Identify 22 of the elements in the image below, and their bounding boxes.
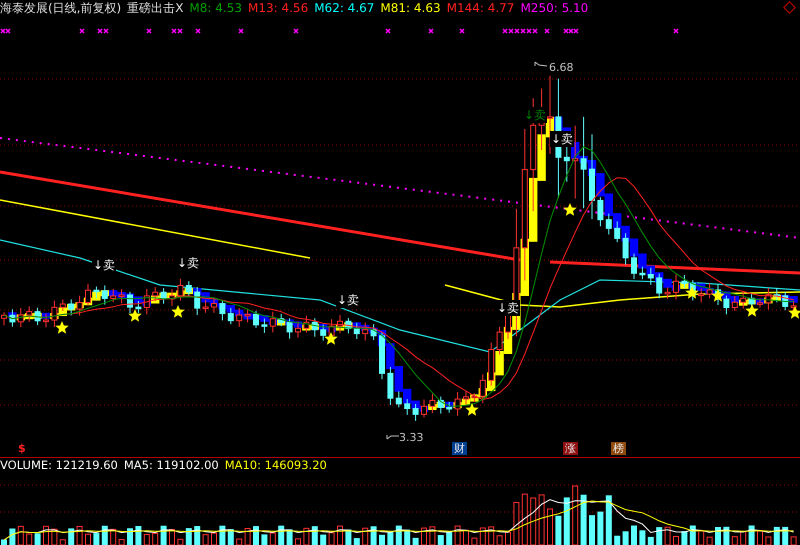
sell-signal-label: ↓卖: [92, 257, 116, 273]
moving-average-value: M144: 4.77: [446, 1, 514, 15]
sell-signal-label: ↓卖: [550, 131, 574, 147]
chart-title: 海泰发展(日线,前复权): [0, 0, 122, 16]
sell-signal-label: ↓卖: [176, 255, 200, 271]
sell-signal-label: ↓卖: [496, 300, 520, 316]
moving-average-value: M13: 4.56: [248, 1, 308, 15]
moving-average-value: M62: 4.67: [314, 1, 374, 15]
moving-average-value: M81: 4.63: [380, 1, 441, 15]
sell-signal-label: ↓卖: [336, 292, 360, 308]
volume-value: VOLUME: 121219.60: [0, 458, 118, 472]
event-badge[interactable]: 财: [452, 442, 467, 455]
low-price-label: 3.33: [399, 432, 424, 443]
moving-average-value: M8: 4.53: [189, 1, 242, 15]
event-badge[interactable]: 涨: [563, 442, 578, 455]
indicator-name: 重磅出击X: [127, 0, 184, 16]
high-price-label: 6.68: [549, 62, 574, 73]
event-badge[interactable]: 榜: [611, 442, 626, 455]
dollar-marker: $: [18, 443, 26, 454]
volume-value: MA10: 146093.20: [224, 458, 327, 472]
moving-average-value: M250: 5.10: [520, 1, 588, 15]
volume-value: MA5: 119102.00: [124, 458, 219, 472]
